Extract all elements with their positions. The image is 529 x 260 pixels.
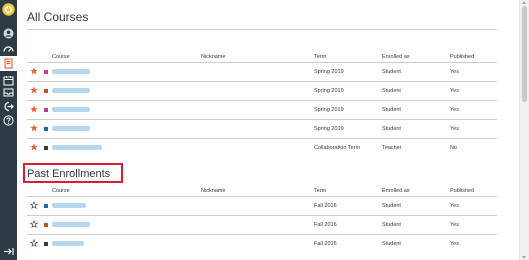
enrolled-as-cell: Teacher [382, 145, 402, 151]
enrolled-as-cell: Student [382, 126, 401, 132]
course-color-swatch [44, 146, 48, 150]
published-cell: Yes [450, 107, 459, 113]
enrolled-as-cell: Student [382, 203, 401, 209]
table-row: Fall 2016 Student Yes [27, 196, 497, 216]
scroll-up-arrow-icon[interactable] [522, 1, 526, 4]
course-link-redacted[interactable] [52, 241, 84, 246]
published-cell: Yes [450, 69, 459, 75]
course-color-swatch [44, 108, 48, 112]
course-link-redacted[interactable] [52, 203, 86, 208]
column-header-course[interactable]: Course [52, 188, 70, 194]
term-cell: Spring 2019 [314, 69, 344, 75]
table-row: Spring 2019 Student Yes [27, 100, 497, 120]
column-header-published[interactable]: Published [450, 188, 474, 194]
table-row: Spring 2019 Student Yes [27, 119, 497, 139]
table-row: Collaboration Term Teacher No [27, 138, 497, 158]
table-row: Spring 2019 Student Yes [27, 62, 497, 82]
course-link-redacted[interactable] [52, 126, 90, 131]
inbox-icon[interactable] [3, 87, 14, 98]
published-cell: No [450, 145, 458, 151]
account-icon[interactable] [3, 28, 14, 39]
star-filled-icon[interactable] [30, 124, 38, 132]
star-filled-icon[interactable] [30, 86, 38, 94]
star-outline-icon[interactable] [30, 239, 38, 247]
enrolled-as-cell: Student [382, 222, 401, 228]
global-nav [0, 0, 17, 260]
dashboard-icon[interactable] [3, 44, 14, 55]
course-link-redacted[interactable] [52, 107, 90, 112]
enrolled-as-cell: Student [382, 241, 401, 247]
course-color-swatch [44, 223, 48, 227]
published-cell: Yes [450, 88, 459, 94]
scrollbar-thumb[interactable] [522, 6, 527, 102]
commons-icon[interactable] [3, 101, 14, 112]
star-outline-icon[interactable] [30, 201, 38, 209]
course-color-swatch [44, 242, 48, 246]
page-title: All Courses [27, 10, 89, 24]
column-header-term[interactable]: Term [314, 54, 326, 60]
course-link-redacted[interactable] [52, 88, 90, 93]
institution-logo[interactable] [2, 3, 15, 16]
enrolled-as-cell: Student [382, 107, 401, 113]
course-color-swatch [44, 89, 48, 93]
star-filled-icon[interactable] [30, 67, 38, 75]
term-cell: Spring 2019 [314, 88, 344, 94]
term-cell: Spring 2019 [314, 126, 344, 132]
enrolled-as-cell: Student [382, 88, 401, 94]
star-filled-icon[interactable] [30, 105, 38, 113]
column-header-published[interactable]: Published [450, 54, 474, 60]
main-content: All Courses Course Nickname Term Enrolle… [17, 0, 520, 260]
column-header-nickname[interactable]: Nickname [201, 188, 225, 194]
column-header-term[interactable]: Term [314, 188, 326, 194]
column-header-enrolled[interactable]: Enrolled as [382, 188, 410, 194]
help-icon[interactable] [3, 115, 14, 126]
collapse-icon[interactable] [3, 246, 14, 257]
page-scrollbar[interactable] [519, 0, 529, 260]
enrolled-as-cell: Student [382, 69, 401, 75]
published-cell: Yes [450, 241, 459, 247]
table-row: Spring 2019 Student Yes [27, 81, 497, 101]
canvas-app: All Courses Course Nickname Term Enrolle… [0, 0, 529, 260]
term-cell: Fall 2016 [314, 203, 337, 209]
star-filled-icon[interactable] [30, 143, 38, 151]
table-row: Fall 2016 Student Yes [27, 234, 497, 254]
column-header-nickname[interactable]: Nickname [201, 54, 225, 60]
course-color-swatch [44, 127, 48, 131]
term-cell: Spring 2019 [314, 107, 344, 113]
title-divider [27, 29, 497, 30]
star-outline-icon[interactable] [30, 220, 38, 228]
course-link-redacted[interactable] [52, 222, 90, 227]
term-cell: Collaboration Term [314, 145, 361, 151]
table-row: Fall 2016 Student Yes [27, 215, 497, 235]
published-cell: Yes [450, 203, 459, 209]
column-header-enrolled[interactable]: Enrolled as [382, 54, 410, 60]
courses-icon[interactable] [0, 56, 17, 71]
term-cell: Fall 2016 [314, 241, 337, 247]
column-header-course[interactable]: Course [52, 54, 70, 60]
scroll-down-arrow-icon[interactable] [522, 256, 526, 259]
course-color-swatch [44, 204, 48, 208]
course-link-redacted[interactable] [52, 145, 102, 150]
course-color-swatch [44, 70, 48, 74]
course-link-redacted[interactable] [52, 69, 90, 74]
annotation-highlight-box [23, 163, 123, 183]
published-cell: Yes [450, 222, 459, 228]
term-cell: Fall 2016 [314, 222, 337, 228]
calendar-icon[interactable] [3, 75, 14, 86]
published-cell: Yes [450, 126, 459, 132]
